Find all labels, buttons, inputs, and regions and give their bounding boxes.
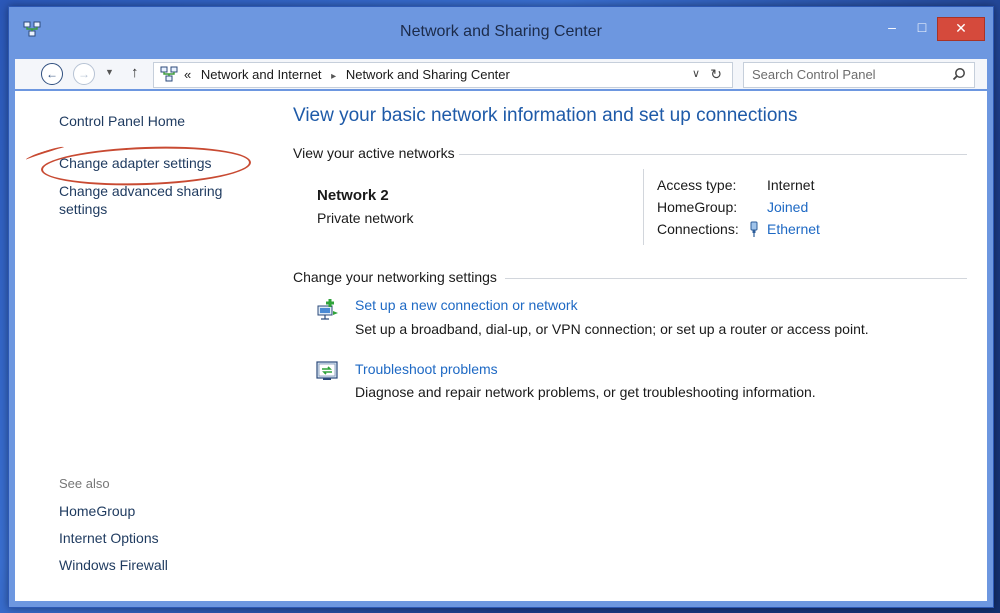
ethernet-connection-link[interactable]: Ethernet	[767, 221, 820, 237]
troubleshoot-problems-link[interactable]: Troubleshoot problems	[355, 361, 498, 377]
back-button[interactable]: ←	[41, 63, 63, 85]
connections-label: Connections:	[657, 221, 739, 237]
change-adapter-settings-link[interactable]: Change adapter settings	[59, 155, 212, 171]
network-name: Network 2	[317, 187, 389, 204]
access-type-label: Access type:	[657, 177, 737, 193]
windows-firewall-link[interactable]: Windows Firewall	[59, 557, 168, 573]
breadcrumb-overflow-button[interactable]: «	[184, 67, 191, 82]
section-divider	[505, 278, 967, 279]
new-connection-icon	[317, 299, 338, 320]
troubleshoot-problems-description: Diagnose and repair network problems, or…	[355, 384, 816, 400]
troubleshoot-icon	[316, 361, 338, 380]
breadcrumb-network-and-sharing-center[interactable]: Network and Sharing Center	[346, 67, 510, 82]
address-dropdown-button[interactable]: ∨	[692, 67, 700, 80]
active-networks-heading: View your active networks	[293, 145, 455, 161]
explorer-window: Network and Sharing Center – □ ✕ ← → ▼ ↑…	[8, 6, 994, 608]
refresh-button[interactable]: ↻	[710, 66, 722, 83]
internet-options-link[interactable]: Internet Options	[59, 530, 159, 546]
search-input[interactable]	[744, 63, 942, 85]
main-pane: View your basic network information and …	[285, 91, 987, 601]
address-bar[interactable]: « Network and Internet ▸ Network and Sha…	[153, 62, 733, 88]
navigation-bar: ← → ▼ ↑ « Network and Internet ▸ Network…	[15, 59, 987, 89]
forward-button[interactable]: →	[73, 63, 95, 85]
search-icon[interactable]	[952, 67, 966, 81]
homegroup-link[interactable]: HomeGroup	[59, 503, 135, 519]
ethernet-icon[interactable]	[749, 221, 759, 237]
maximize-button[interactable]: □	[909, 17, 935, 39]
up-button[interactable]: ↑	[131, 64, 139, 81]
homegroup-joined-link[interactable]: Joined	[767, 199, 808, 215]
content-area: Control Panel Home Change adapter settin…	[15, 91, 987, 601]
recent-locations-button[interactable]: ▼	[105, 67, 114, 77]
see-also-label: See also	[59, 476, 110, 491]
window-title: Network and Sharing Center	[400, 23, 602, 40]
network-center-icon	[160, 66, 178, 82]
network-category: Private network	[317, 210, 414, 226]
close-button[interactable]: ✕	[937, 17, 985, 41]
homegroup-label: HomeGroup:	[657, 199, 738, 215]
change-settings-heading: Change your networking settings	[293, 269, 497, 285]
section-divider	[459, 154, 967, 155]
search-box	[743, 62, 975, 88]
chevron-right-icon[interactable]: ▸	[325, 71, 342, 82]
left-pane: Control Panel Home Change adapter settin…	[15, 91, 275, 601]
set-up-new-connection-link[interactable]: Set up a new connection or network	[355, 297, 578, 313]
minimize-button[interactable]: –	[879, 17, 905, 39]
change-advanced-sharing-settings-link[interactable]: Change advanced sharing settings	[59, 182, 239, 218]
breadcrumb: « Network and Internet ▸ Network and Sha…	[184, 67, 510, 82]
page-title: View your basic network information and …	[293, 105, 798, 126]
vertical-divider	[643, 169, 644, 245]
breadcrumb-network-and-internet[interactable]: Network and Internet	[195, 67, 322, 82]
control-panel-home-link[interactable]: Control Panel Home	[59, 113, 185, 129]
set-up-new-connection-description: Set up a broadband, dial-up, or VPN conn…	[355, 321, 869, 337]
title-bar[interactable]: Network and Sharing Center – □ ✕	[9, 7, 993, 53]
access-type-value: Internet	[767, 177, 815, 193]
